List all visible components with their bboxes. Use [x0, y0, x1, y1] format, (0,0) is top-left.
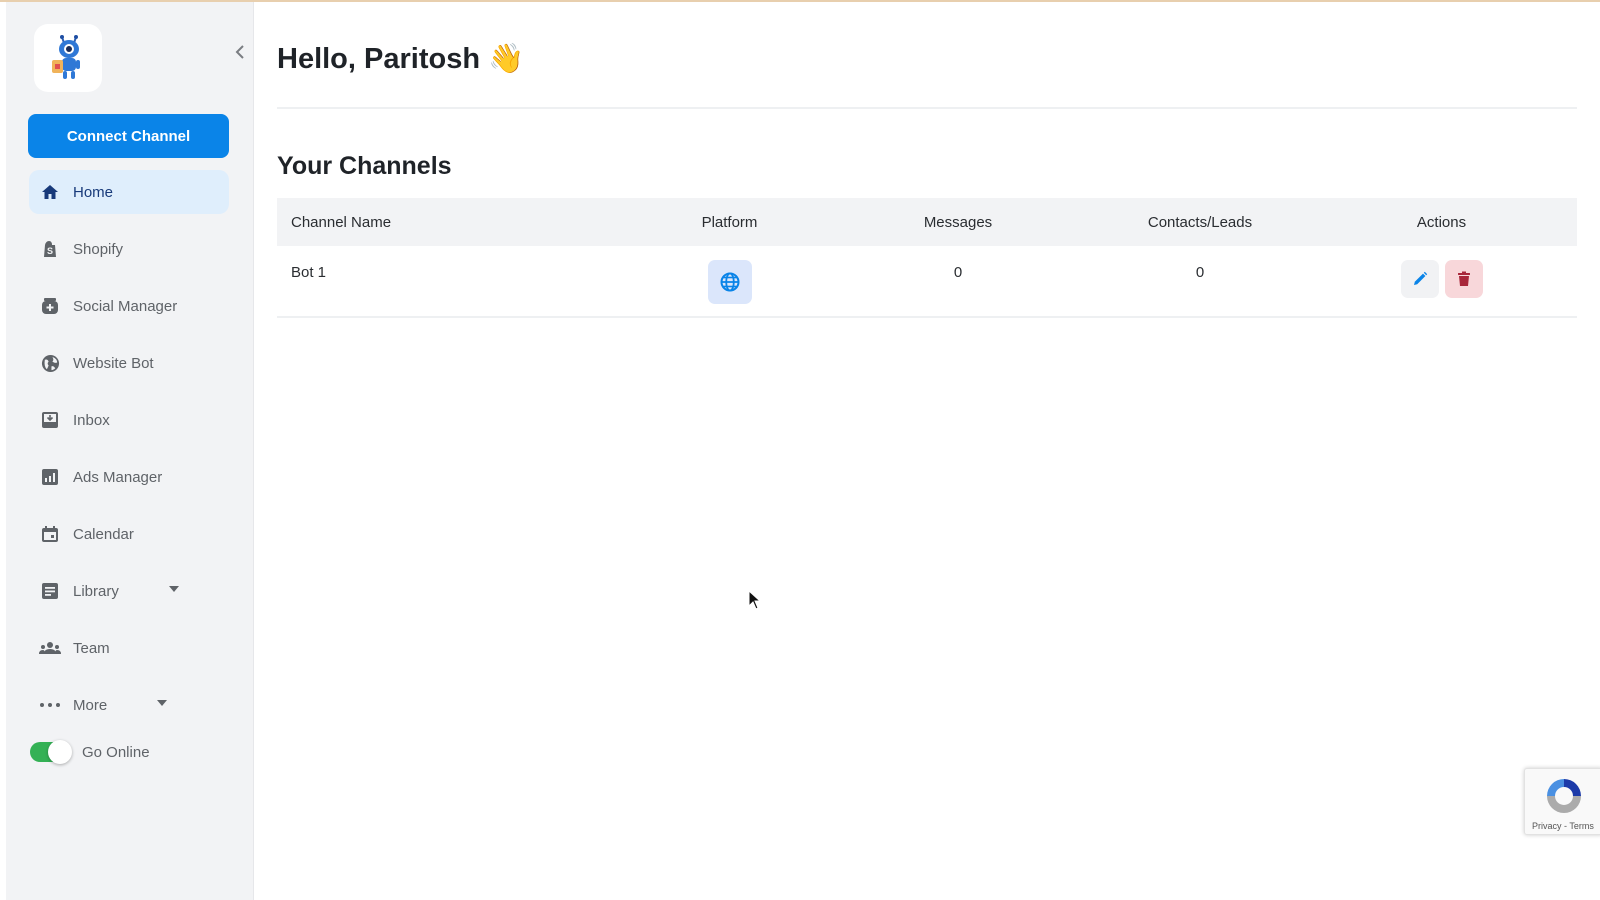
calendar-icon: [39, 523, 61, 545]
globe-icon: [720, 272, 739, 292]
caret-down-icon[interactable]: [157, 700, 167, 706]
caret-down-icon[interactable]: [169, 586, 179, 592]
bar-chart-icon: [39, 466, 61, 488]
inbox-icon: [39, 409, 61, 431]
more-dots-icon: [39, 694, 61, 716]
home-icon: [39, 181, 61, 203]
platform-cell: [637, 246, 822, 316]
sidebar-item-label: Library: [73, 582, 119, 600]
app-logo[interactable]: [34, 24, 102, 92]
sidebar-item-website-bot[interactable]: Website Bot: [29, 341, 229, 385]
sidebar-nav: Home S Shopify Social Manager Website Bo…: [29, 170, 229, 740]
column-header[interactable]: Channel Name: [277, 214, 637, 231]
messages-cell: 0: [953, 264, 963, 281]
connect-channel-button[interactable]: Connect Channel: [28, 114, 229, 158]
contacts-leads-cell: 0: [1195, 264, 1205, 281]
actions-cell: [1306, 246, 1577, 316]
toggle-knob: [48, 740, 72, 764]
collapse-sidebar-button[interactable]: [230, 40, 250, 64]
divider: [277, 107, 1577, 109]
social-add-icon: [39, 295, 61, 317]
sidebar-item-ads-manager[interactable]: Ads Manager: [29, 455, 229, 499]
page-title: Hello, Paritosh 👋: [277, 43, 525, 75]
globe-icon: [39, 352, 61, 374]
column-header[interactable]: Messages: [822, 214, 1094, 231]
edit-channel-button[interactable]: [1400, 260, 1439, 298]
sidebar-item-team[interactable]: Team: [29, 626, 229, 670]
sidebar-item-home[interactable]: Home: [29, 170, 229, 214]
go-online-toggle-row: Go Online: [30, 740, 150, 764]
sidebar-item-label: More: [73, 696, 108, 714]
robot-logo-icon: [52, 35, 80, 79]
sidebar-item-social-manager[interactable]: Social Manager: [29, 284, 229, 328]
sidebar-item-more[interactable]: More: [29, 683, 229, 727]
top-accent-line: [0, 0, 1600, 2]
sidebar: Connect Channel Home S Shopify Social Ma…: [6, 2, 254, 900]
sidebar-item-label: Social Manager: [73, 297, 178, 315]
channel-name-cell[interactable]: Bot 1: [277, 246, 637, 316]
delete-channel-button[interactable]: [1444, 260, 1483, 298]
team-icon: [39, 637, 61, 659]
go-online-label: Go Online: [82, 743, 150, 761]
column-header: Actions: [1416, 213, 1467, 231]
sidebar-item-label: Home: [73, 183, 114, 201]
cursor-arrow-icon: [748, 589, 762, 610]
recaptcha-icon: [1547, 779, 1581, 813]
trash-icon: [1457, 271, 1470, 286]
sidebar-item-calendar[interactable]: Calendar: [29, 512, 229, 556]
sidebar-item-library[interactable]: Library: [29, 569, 229, 613]
sidebar-item-inbox[interactable]: Inbox: [29, 398, 229, 442]
shopify-bag-icon: S: [39, 238, 61, 260]
section-title: Your Channels: [277, 152, 452, 180]
recaptcha-links[interactable]: Privacy - Terms: [1532, 821, 1594, 831]
sidebar-item-label: Calendar: [73, 525, 134, 543]
sidebar-item-shopify[interactable]: S Shopify: [29, 227, 229, 271]
platform-badge: [707, 260, 752, 304]
pencil-icon: [1413, 271, 1427, 285]
column-header[interactable]: Platform: [637, 214, 822, 231]
sidebar-item-label: Inbox: [73, 411, 110, 429]
recaptcha-badge[interactable]: Privacy - Terms: [1524, 768, 1600, 835]
sidebar-item-label: Website Bot: [73, 354, 154, 372]
go-online-toggle[interactable]: [30, 740, 72, 764]
sidebar-item-label: Shopify: [73, 240, 124, 258]
sidebar-item-label: Ads Manager: [73, 468, 163, 486]
channels-table: Channel Name Platform Messages Contacts/…: [277, 198, 1577, 318]
table-header: Channel Name Platform Messages Contacts/…: [277, 198, 1577, 246]
chevron-left-icon: [235, 45, 244, 59]
mouse-cursor: [748, 589, 762, 615]
column-header[interactable]: Contacts/Leads: [1094, 214, 1306, 231]
table-row[interactable]: Bot 1 0 0: [277, 246, 1577, 318]
svg-text:S: S: [47, 246, 53, 256]
library-icon: [39, 580, 61, 602]
sidebar-item-label: Team: [73, 639, 110, 657]
